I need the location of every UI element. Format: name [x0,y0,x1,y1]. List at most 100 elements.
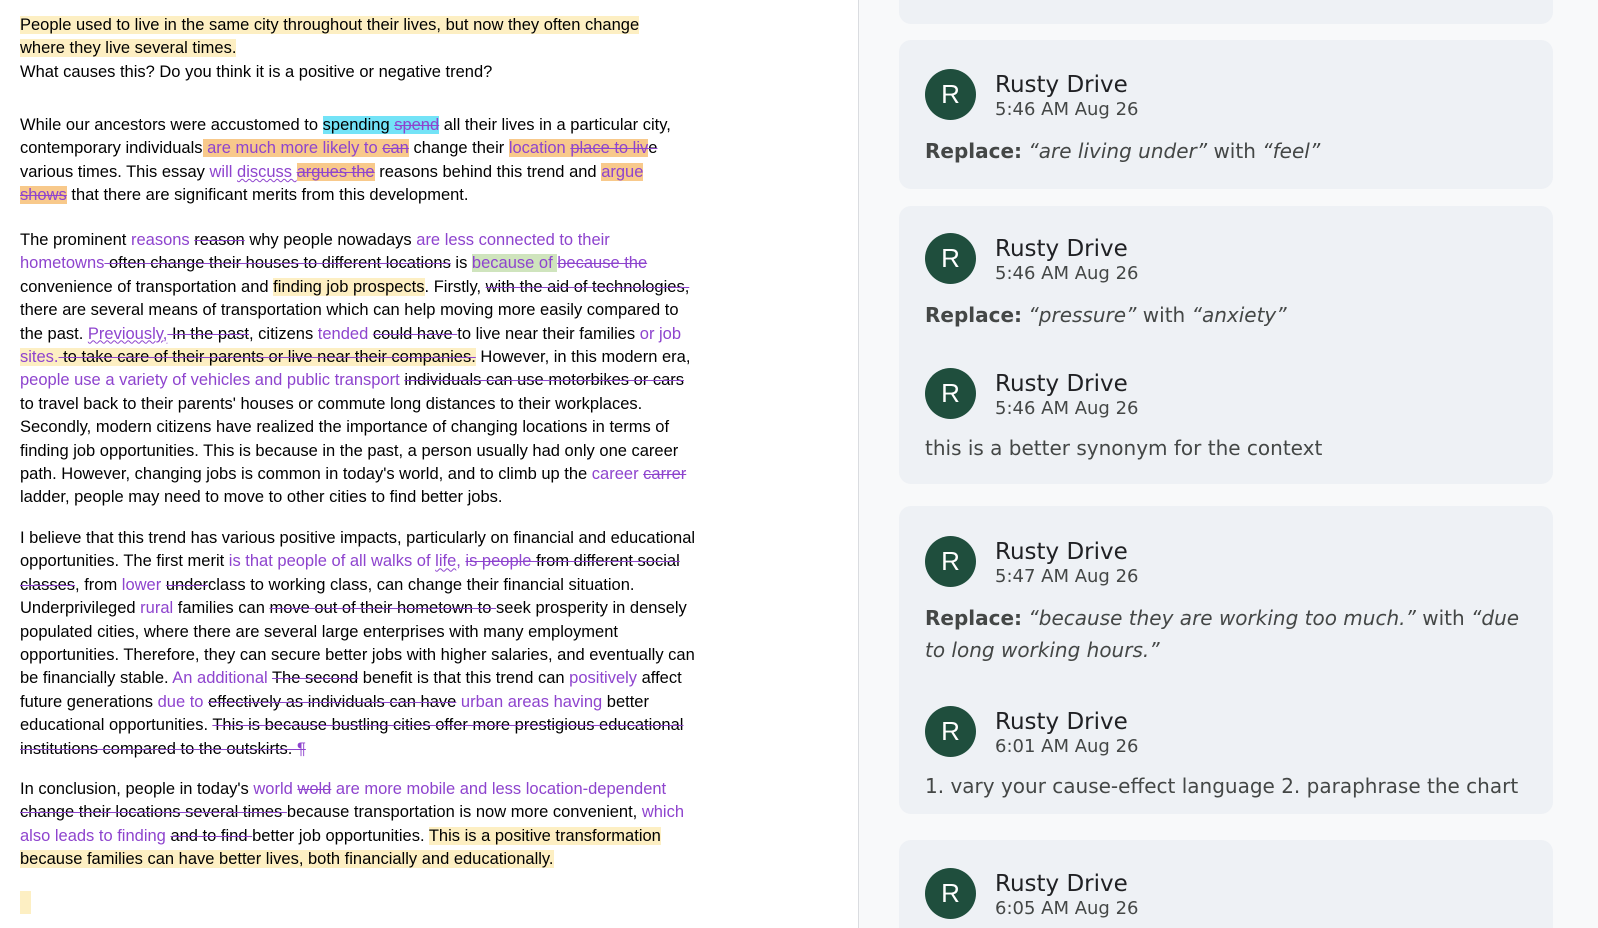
suggestion-insert[interactable]: Previously, [88,325,167,343]
comment-reply[interactable]: R Rusty Drive 5:46 AM Aug 26 this is a b… [925,368,1545,468]
avatar[interactable]: R [925,233,976,284]
suggestion-insert[interactable]: are much more likely to [202,139,383,158]
suggestion-insert[interactable]: are less connected to their [416,231,610,249]
suggestion-delete[interactable]: spend [394,116,440,134]
suggestion-delete[interactable]: and to find [170,827,252,845]
replace-label: Replace: [925,606,1023,630]
text-run: I believe that this trend has various po… [20,529,696,547]
suggestion-insert[interactable]: reasons [131,231,194,249]
replace-with: with [1415,606,1472,630]
suggestion-delete[interactable]: effectively as individuals can have [208,693,456,711]
replace-with: with [1207,139,1263,163]
suggestion-insert[interactable]: rural [140,599,173,617]
suggestion-delete[interactable]: can [382,139,409,158]
suggestion-delete[interactable]: classes [20,576,75,594]
avatar[interactable]: R [925,706,976,757]
suggestion-insert[interactable]: urban areas having [461,693,602,711]
comment-entry[interactable]: R Rusty Drive 5:46 AM Aug 26 Replace: “a… [925,69,1545,169]
suggestion-delete[interactable]: because the [557,254,647,272]
text-run: change their [408,139,509,158]
highlight-text[interactable]: This is a positive transformation [428,826,661,845]
comment-entry[interactable]: R Rusty Drive 5:47 AM Aug 26 Replace: “b… [925,536,1545,666]
suggestion-delete[interactable]: with the aid of technologies, [486,278,690,296]
avatar[interactable]: R [925,368,976,419]
suggestion-delete[interactable]: could have [373,325,457,343]
suggestion-insert[interactable]: which [642,803,684,821]
comment-reply[interactable]: R Rusty Drive 6:01 AM Aug 26 1. vary you… [925,706,1545,806]
replace-from: “because they are working too much.” [1028,606,1416,630]
text-run: the past. [20,324,88,343]
text-run: because transportation is now more conve… [286,803,642,822]
suggestion-delete[interactable]: place to liv [570,139,649,158]
suggestion-insert[interactable]: discuss [237,163,297,181]
suggestion-delete[interactable]: from different social [531,552,680,570]
suggestion-insert[interactable]: are more mobile and less location-depend… [331,780,666,798]
suggestion-insert[interactable]: world [253,780,297,798]
suggestion-insert[interactable]: career [592,465,643,483]
highlight-text[interactable]: finding job prospects [273,277,425,296]
comment-card-partial[interactable] [899,0,1553,24]
highlight-text[interactable]: because families can have better lives, … [20,850,554,869]
comment-card[interactable]: R Rusty Drive 6:05 AM Aug 26 [899,840,1553,928]
paragraph-mark[interactable]: ¶ [297,740,306,758]
suggestion-delete[interactable]: argues the [296,162,375,181]
suggestion-insert[interactable]: people use a variety of vehicles and pub… [20,371,404,389]
suggestion-delete[interactable]: is people [465,552,531,570]
suggestion-delete[interactable]: often change their houses to different l… [104,254,451,272]
suggestion-delete[interactable]: carrer [643,465,686,483]
comment-card[interactable]: R Rusty Drive 5:46 AM Aug 26 Replace: “p… [899,206,1553,484]
avatar[interactable]: R [925,536,976,587]
suggestion-delete[interactable]: The second [272,669,358,687]
suggestion-insert[interactable]: tended [318,325,373,343]
suggestion-delete[interactable]: This is because bustling cities offer mo… [212,716,683,734]
comment-card[interactable]: R Rusty Drive 5:46 AM Aug 26 Replace: “a… [899,40,1553,189]
suggestion-insert[interactable]: spending [322,116,395,134]
text-run: Secondly, modern citizens have realized … [20,418,670,437]
comment-time: 5:46 AM Aug 26 [995,398,1139,419]
suggestion-delete[interactable]: move out of their hometown to [269,599,496,617]
comment-entry[interactable]: R Rusty Drive 5:46 AM Aug 26 Replace: “p… [925,233,1545,333]
suggestion-delete[interactable]: change their locations several times [20,803,287,821]
paragraph-body-2: I believe that this trend has various po… [20,527,755,761]
comment-time: 5:46 AM Aug 26 [995,99,1139,120]
suggestion-insert[interactable]: argue [601,162,644,181]
suggestion-insert[interactable]: hometowns [20,254,104,272]
text-run: opportunities. The first merit [20,552,229,571]
avatar[interactable]: R [925,868,976,919]
comments-panel[interactable]: R Rusty Drive 5:46 AM Aug 26 Replace: “a… [859,0,1598,928]
text-run: , from [75,575,122,594]
suggestion-insert[interactable]: life [435,552,456,570]
suggestion-delete[interactable]: individuals can use motorbikes or cars [404,371,684,389]
replace-from: “are living under” [1028,139,1208,163]
replace-from: “pressure” [1028,303,1137,327]
comment-card[interactable]: R Rusty Drive 5:47 AM Aug 26 Replace: “b… [899,506,1553,814]
suggestion-delete[interactable]: wold [297,780,331,798]
suggestion-delete[interactable]: shows [20,186,67,205]
text-run: that there are significant merits from t… [66,186,469,205]
suggestion-insert[interactable]: due to [158,693,208,711]
text-run: . Firstly, [424,277,486,296]
suggestion-insert[interactable]: will [210,163,238,181]
suggestion-insert[interactable]: also leads to finding [20,827,170,845]
suggestion-delete[interactable]: institutions compared to the outskirts. [20,740,297,758]
paragraph-introduction: While our ancestors were accustomed to s… [20,114,755,208]
suggestion-insert[interactable]: positively [569,669,637,687]
suggestion-insert[interactable]: sites. [20,348,59,367]
suggestion-delete[interactable]: reason [194,231,244,249]
text-run: better job opportunities. [252,826,429,845]
comment-entry[interactable]: R Rusty Drive 6:05 AM Aug 26 [925,868,1545,928]
suggestion-insert[interactable]: An additional [172,669,272,687]
avatar[interactable]: R [925,69,976,120]
suggestion-insert[interactable]: location [508,139,571,158]
suggestion-delete[interactable]: under [166,576,208,594]
text-run: finding job opportunities. This is becau… [20,441,679,460]
document-editor[interactable]: People used to live in the same city thr… [0,0,858,928]
suggestion-insert[interactable]: is that people of all walks of [229,552,435,570]
text-run: e [648,139,658,158]
suggestion-delete[interactable]: In the past [167,325,249,343]
comment-author: Rusty Drive [995,371,1128,397]
suggestion-insert[interactable]: or job [640,325,681,343]
suggestion-delete[interactable]: to take care of their parents or live ne… [58,348,476,367]
suggestion-insert[interactable]: lower [122,576,166,594]
suggestion-insert[interactable]: because of [471,254,558,273]
